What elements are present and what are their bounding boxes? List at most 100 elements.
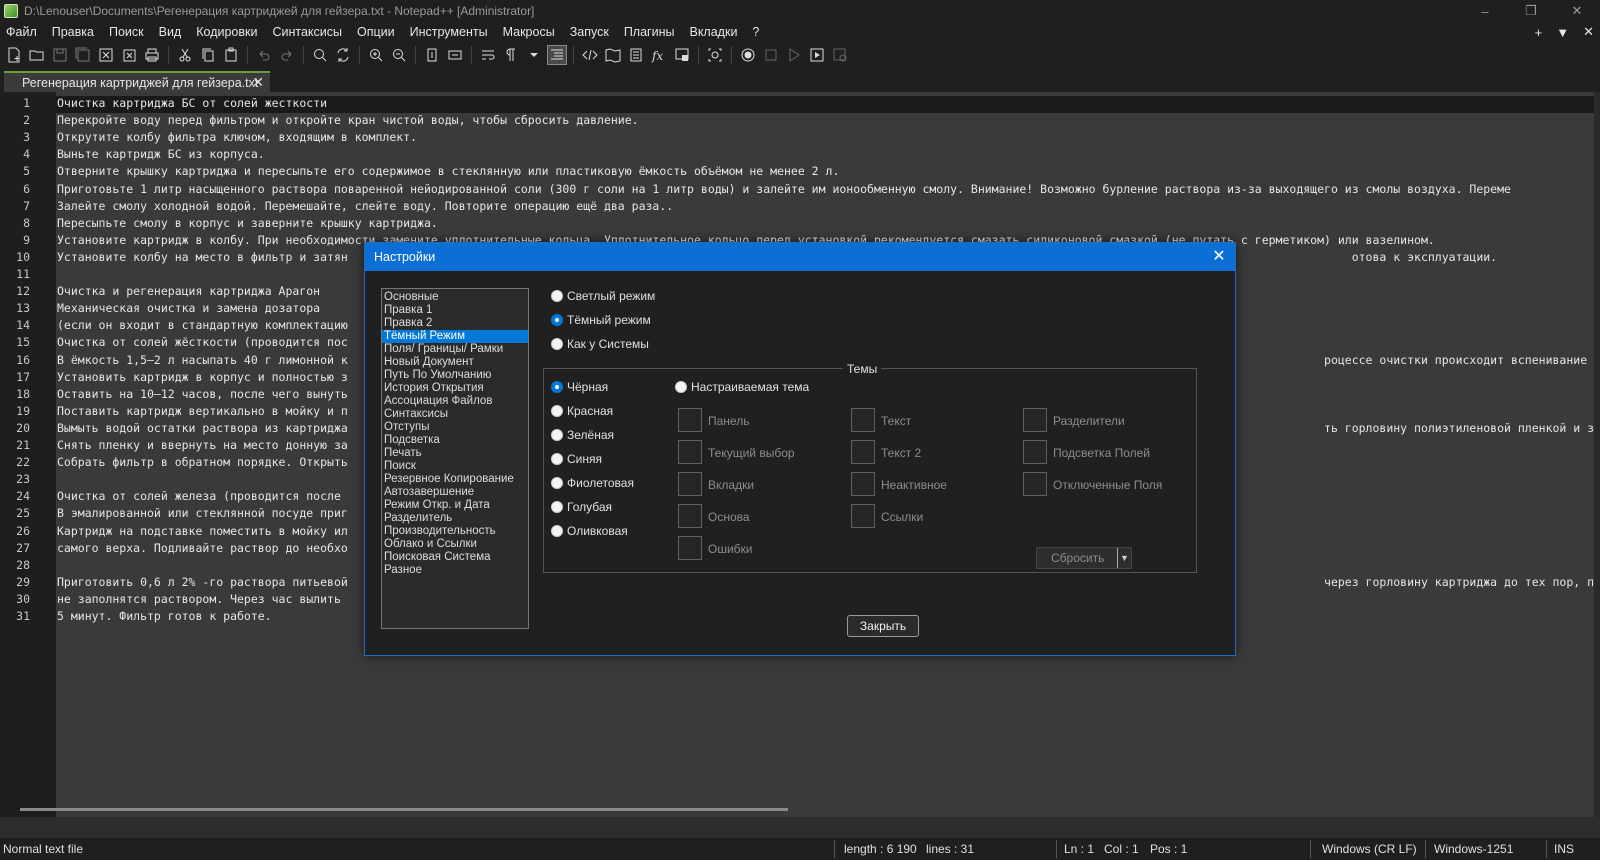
- text-line[interactable]: Отверните крышку картриджа и пересыпьте …: [57, 164, 839, 178]
- text-line[interactable]: Выньте картридж БС из корпуса.: [57, 147, 265, 161]
- text-line[interactable]: 5 минут. Фильтр готов к работе.: [57, 609, 272, 623]
- theme-purple-option[interactable]: Фиолетовая: [551, 476, 634, 490]
- tabs-color-swatch[interactable]: [678, 472, 702, 496]
- udl-icon[interactable]: [580, 45, 600, 65]
- menu-run[interactable]: Запуск: [570, 25, 609, 39]
- custom-theme-option[interactable]: Настраиваемая тема: [675, 380, 809, 394]
- dark-mode-option[interactable]: Тёмный режим: [551, 313, 651, 327]
- field-highlight-color-swatch[interactable]: [1023, 440, 1047, 464]
- panel-color-swatch[interactable]: [678, 408, 702, 432]
- paste-icon[interactable]: [221, 45, 241, 65]
- text2-color-swatch[interactable]: [851, 440, 875, 464]
- text-line[interactable]: Очистка картриджа БС от солей жесткости: [57, 96, 327, 110]
- theme-red-option[interactable]: Красная: [551, 404, 613, 418]
- text-line[interactable]: Перекройте воду перед фильтром и откройт…: [57, 113, 639, 127]
- theme-cyan-option[interactable]: Голубая: [551, 500, 612, 514]
- text-line[interactable]: Пересыпьте смолу в корпус и заверните кр…: [57, 216, 438, 230]
- indent-guide-icon[interactable]: [547, 45, 567, 65]
- theme-green-radio[interactable]: [551, 429, 563, 441]
- text-line[interactable]: Собрать фильтр в обратном порядке. Откры…: [57, 455, 348, 469]
- theme-red-radio[interactable]: [551, 405, 563, 417]
- category-default-directory[interactable]: Путь По Умолчанию: [382, 369, 528, 382]
- category-performance[interactable]: Производительность: [382, 525, 528, 538]
- tab-list-dropdown-icon[interactable]: ▼: [1556, 25, 1569, 40]
- disabled-fields-color-swatch[interactable]: [1023, 472, 1047, 496]
- text-line[interactable]: Оставить на 10–12 часов, после чего выну…: [57, 387, 348, 401]
- theme-olive-radio[interactable]: [551, 525, 563, 537]
- menu-edit[interactable]: Правка: [52, 25, 94, 39]
- save-macro-icon[interactable]: [830, 45, 850, 65]
- new-tab-plus-icon[interactable]: +: [1535, 25, 1543, 40]
- theme-black-radio[interactable]: [551, 381, 563, 393]
- close-document-icon[interactable]: ✕: [1583, 24, 1594, 40]
- save-icon[interactable]: [50, 45, 70, 65]
- text-color-swatch[interactable]: [851, 408, 875, 432]
- word-wrap-icon[interactable]: [478, 45, 498, 65]
- text-line[interactable]: Очистка от солей жёсткости (проводится п…: [57, 335, 348, 349]
- dark-mode-radio[interactable]: [551, 314, 563, 326]
- category-editing-1[interactable]: Правка 1: [382, 304, 528, 317]
- category-recent-files[interactable]: История Открытия: [382, 382, 528, 395]
- save-all-icon[interactable]: [73, 45, 93, 65]
- category-cloud-link[interactable]: Облако и Ссылки: [382, 538, 528, 551]
- text-line[interactable]: самого верха. Подливайте раствор до необ…: [57, 541, 348, 555]
- close-dialog-button[interactable]: Закрыть: [847, 615, 919, 637]
- menu-file[interactable]: Файл: [6, 25, 37, 39]
- follow-system-option[interactable]: Как у Системы: [551, 337, 649, 351]
- reset-button[interactable]: Сбросить ▼: [1036, 547, 1132, 569]
- minimize-button[interactable]: –: [1462, 0, 1508, 22]
- theme-blue-option[interactable]: Синяя: [551, 452, 602, 466]
- text-line[interactable]: Механическая очистка и замена дозатора: [57, 301, 320, 315]
- dialog-close-icon[interactable]: ✕: [1209, 246, 1229, 266]
- category-dark-mode[interactable]: Тёмный Режим: [382, 330, 528, 343]
- theme-cyan-radio[interactable]: [551, 501, 563, 513]
- vertical-scrollbar[interactable]: [1594, 92, 1600, 817]
- category-auto-completion[interactable]: Автозавершение: [382, 486, 528, 499]
- category-backup[interactable]: Резервное Копирование: [382, 473, 528, 486]
- theme-green-option[interactable]: Зелёная: [551, 428, 614, 442]
- restore-button[interactable]: ❐: [1508, 0, 1554, 22]
- theme-purple-radio[interactable]: [551, 477, 563, 489]
- menu-macro[interactable]: Макросы: [503, 25, 555, 39]
- sync-horizontal-icon[interactable]: [445, 45, 465, 65]
- monitoring-icon[interactable]: [705, 45, 725, 65]
- category-highlighting[interactable]: Подсветка: [382, 434, 528, 447]
- run-macro-multiple-icon[interactable]: [807, 45, 827, 65]
- theme-black-option[interactable]: Чёрная: [551, 380, 608, 394]
- function-list-icon[interactable]: fx: [649, 45, 669, 65]
- open-file-icon[interactable]: [27, 45, 47, 65]
- category-indentation[interactable]: Отступы: [382, 421, 528, 434]
- category-multi-instance-date[interactable]: Режим Откр. и Дата: [382, 499, 528, 512]
- close-file-icon[interactable]: [96, 45, 116, 65]
- base-color-swatch[interactable]: [678, 504, 702, 528]
- folder-workspace-icon[interactable]: [672, 45, 692, 65]
- theme-olive-option[interactable]: Оливковая: [551, 524, 628, 538]
- category-new-document[interactable]: Новый Документ: [382, 356, 528, 369]
- print-icon[interactable]: [142, 45, 162, 65]
- menu-search[interactable]: Поиск: [109, 25, 144, 39]
- close-all-icon[interactable]: [119, 45, 139, 65]
- text-line[interactable]: Приготовьте 1 литр насыщенного раствора …: [57, 182, 1511, 196]
- zoom-in-icon[interactable]: [366, 45, 386, 65]
- text-line[interactable]: Картридж на подставке поместить в мойку …: [57, 524, 348, 538]
- redo-icon[interactable]: [277, 45, 297, 65]
- document-tab[interactable]: Регенерация картриджей для гейзера.txt ✕: [4, 71, 270, 92]
- text-line[interactable]: не заполнятся раствором. Через час вылит…: [57, 592, 341, 606]
- dropdown-arrow-icon[interactable]: [524, 45, 544, 65]
- play-macro-icon[interactable]: [784, 45, 804, 65]
- text-line[interactable]: (если он входит в стандартную комплектац…: [57, 318, 348, 332]
- menu-plugins[interactable]: Плагины: [624, 25, 675, 39]
- horizontal-scrollbar-thumb[interactable]: [20, 808, 788, 811]
- light-mode-radio[interactable]: [551, 290, 563, 302]
- tab-close-icon[interactable]: ✕: [252, 74, 264, 91]
- record-macro-icon[interactable]: [738, 45, 758, 65]
- separators-color-swatch[interactable]: [1023, 408, 1047, 432]
- category-delimiter[interactable]: Разделитель: [382, 512, 528, 525]
- light-mode-option[interactable]: Светлый режим: [551, 289, 655, 303]
- custom-theme-radio[interactable]: [675, 381, 687, 393]
- text-line[interactable]: Залейте смолу холодной водой. Перемешайт…: [57, 199, 673, 213]
- document-list-icon[interactable]: [626, 45, 646, 65]
- menu-view[interactable]: Вид: [159, 25, 182, 39]
- current-selection-color-swatch[interactable]: [678, 440, 702, 464]
- menu-tools[interactable]: Инструменты: [410, 25, 488, 39]
